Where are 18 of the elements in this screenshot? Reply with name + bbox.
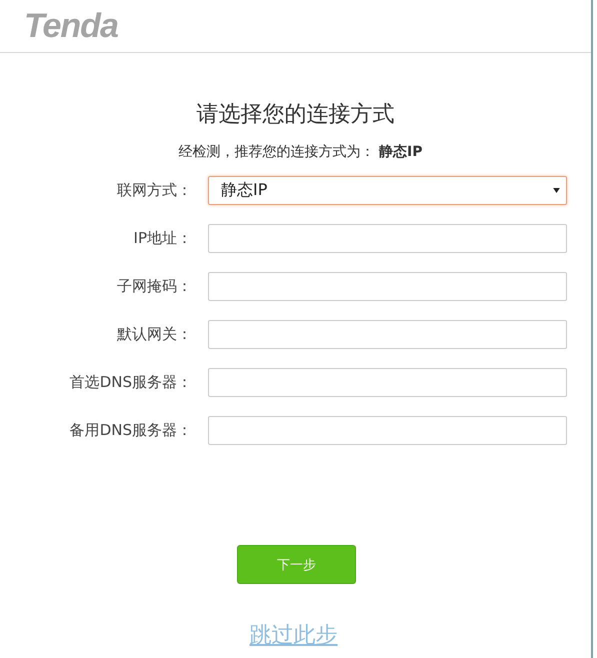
input-field[interactable] [208,416,567,444]
input-field[interactable] [208,320,567,348]
logo: Tenda [24,6,118,46]
field-label: 联网方式： [116,180,193,200]
next-button[interactable]: 下一步 [237,545,356,584]
caret-icon [553,188,560,192]
page-title: 请选择您的连接方式 [196,101,394,129]
input-field[interactable] [208,368,567,396]
input-field[interactable] [208,224,567,252]
input-field[interactable] [208,272,567,300]
field-label: 首选DNS服务器： [68,372,193,392]
recommendation-text: 经检测，推荐您的连接方式为： 静态IP [178,143,422,161]
field-label: 子网掩码： [116,276,193,296]
connection-type-dropdown[interactable]: 静态IP [208,176,567,204]
field-label: IP地址： [132,228,193,248]
field-label: 备用DNS服务器： [68,420,193,440]
skip-link[interactable]: 跳过此步 [250,620,338,650]
field-label: 默认网关： [116,324,193,344]
